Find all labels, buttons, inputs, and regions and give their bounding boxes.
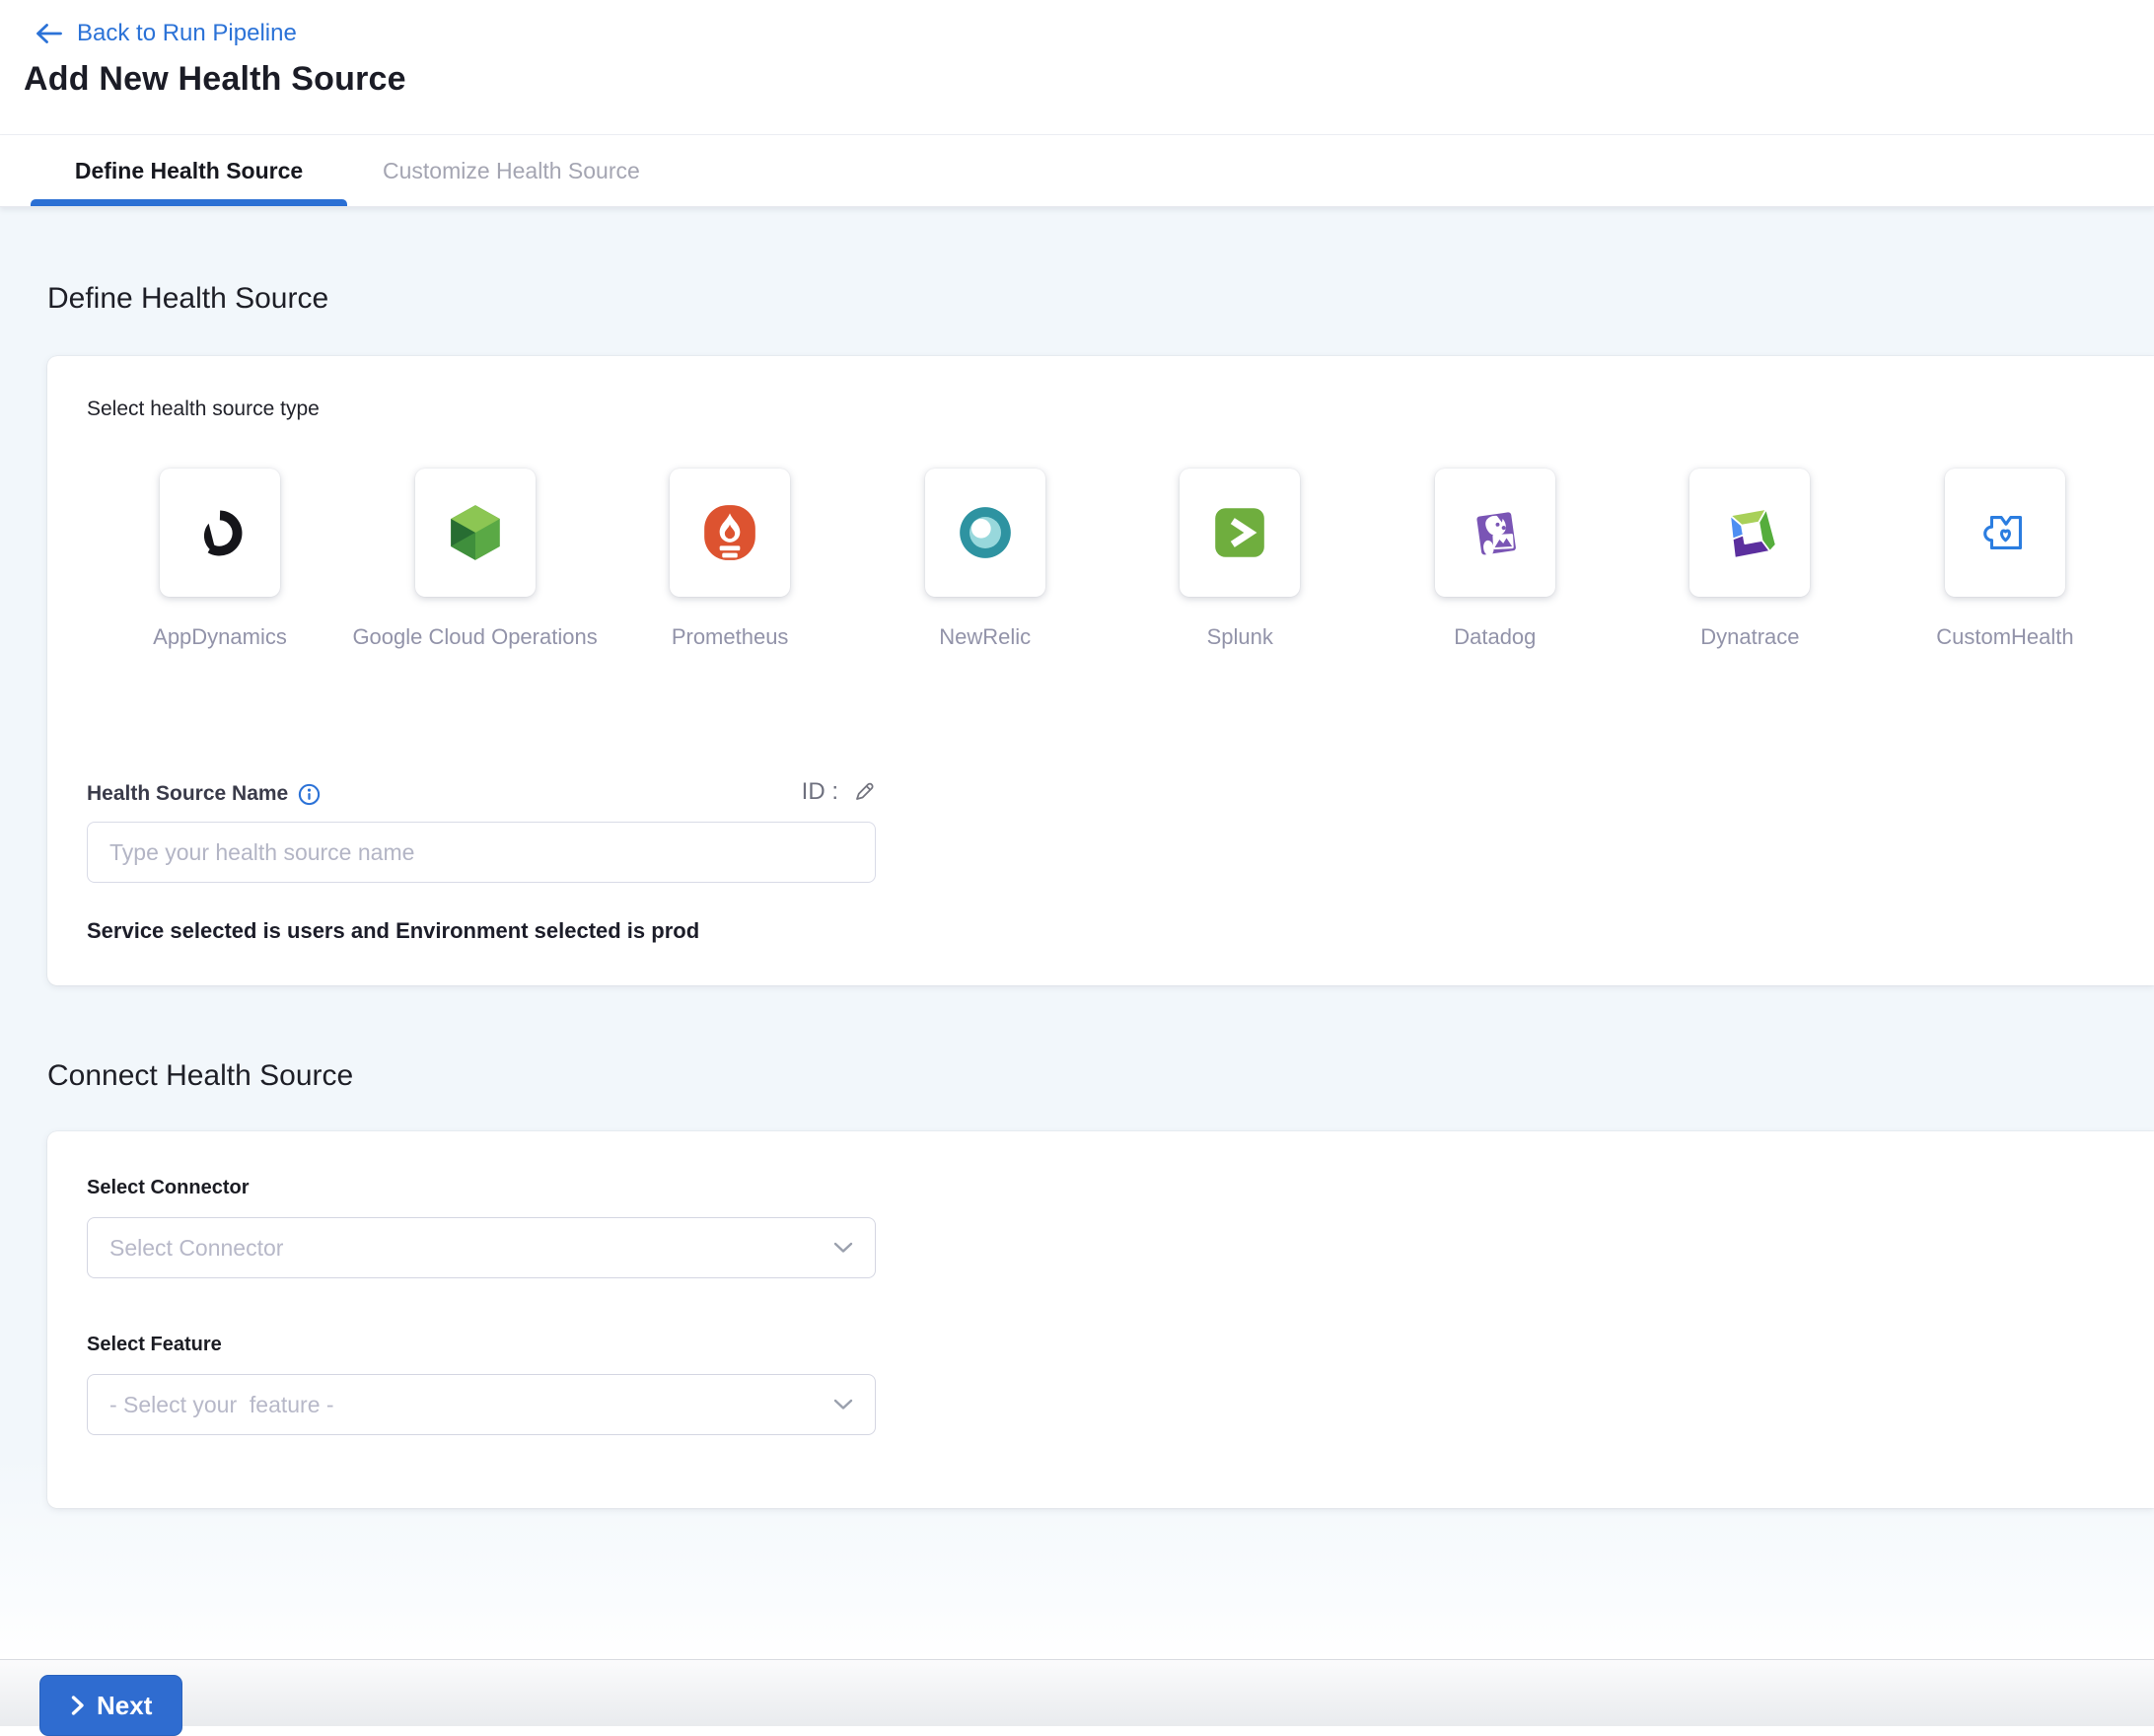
health-source-name-text: Health Source Name [87,782,288,806]
page-header: Back to Run Pipeline Add New Health Sour… [0,0,2154,135]
back-link[interactable]: Back to Run Pipeline [34,20,297,47]
id-display: ID : [802,778,876,806]
chevron-down-icon [833,1242,853,1254]
health-source-name-input[interactable] [87,822,876,883]
customhealth-icon [1976,504,2034,561]
select-connector-label: Select Connector [87,1177,2115,1199]
google-cloud-operations-icon [445,502,506,563]
source-type-google-cloud-operations[interactable]: Google Cloud Operations [392,469,559,650]
prometheus-icon [699,502,760,563]
connect-section-heading: Connect Health Source [47,1058,2154,1094]
source-type-customhealth[interactable]: CustomHealth [1921,469,2089,650]
source-type-splunk[interactable]: Splunk [1156,469,1324,650]
source-tile[interactable] [1180,469,1300,597]
newrelic-icon [955,502,1016,563]
connector-select-value: Select Connector [109,1235,283,1262]
define-health-source-card: Select health source type AppDynamics [47,356,2154,985]
source-type-dynatrace[interactable]: Dynatrace [1666,469,1833,650]
source-type-prometheus[interactable]: Prometheus [646,469,814,650]
health-source-name-label: Health Source Name [87,782,321,806]
next-button[interactable]: Next [39,1675,182,1736]
tab-define-label: Define Health Source [75,158,303,184]
source-tile[interactable] [670,469,790,597]
source-tile-label: Google Cloud Operations [352,624,597,650]
source-tile[interactable] [1435,469,1555,597]
appdynamics-icon [189,502,251,563]
source-tile[interactable] [1689,469,1810,597]
connect-health-source-card: Select Connector Select Connector Select… [47,1131,2154,1508]
splunk-icon [1209,502,1270,563]
source-tile-label: Prometheus [672,624,789,650]
source-tile[interactable] [415,469,536,597]
source-tile[interactable] [925,469,1045,597]
tab-customize-health-source[interactable]: Customize Health Source [369,135,654,206]
feature-select-value: - Select your feature - [109,1392,334,1418]
id-label: ID : [802,778,838,806]
footer-bar: Next [0,1659,2154,1726]
source-tile-label: AppDynamics [153,624,287,650]
edit-id-icon[interactable] [852,780,876,804]
source-tile-label: Dynatrace [1700,624,1799,650]
connector-select[interactable]: Select Connector [87,1217,876,1278]
info-icon[interactable] [298,783,321,806]
content-area: Define Health Source Select health sourc… [0,206,2154,1659]
next-button-label: Next [97,1691,152,1721]
source-type-datadog[interactable]: Datadog [1411,469,1579,650]
tab-define-health-source[interactable]: Define Health Source [31,135,347,206]
source-tile[interactable] [1945,469,2065,597]
chevron-right-icon [70,1695,85,1716]
chevron-down-icon [833,1399,853,1410]
source-tile-label: NewRelic [939,624,1031,650]
source-tile-label: Splunk [1207,624,1273,650]
back-arrow-icon [34,22,63,45]
back-link-label: Back to Run Pipeline [77,20,297,47]
name-id-row: Health Source Name ID : [87,778,876,806]
feature-select[interactable]: - Select your feature - [87,1374,876,1435]
source-type-newrelic[interactable]: NewRelic [901,469,1069,650]
tab-bar: Define Health Source Customize Health So… [0,135,2154,206]
page-title: Add New Health Source [24,60,2154,99]
source-type-list: AppDynamics Google Cloud Operations [87,469,2115,650]
datadog-icon [1465,502,1526,563]
source-tile-label: Datadog [1454,624,1536,650]
source-tile[interactable] [160,469,280,597]
source-type-appdynamics[interactable]: AppDynamics [136,469,304,650]
service-environment-note: Service selected is users and Environmen… [87,918,2115,944]
select-type-label: Select health source type [87,398,2115,421]
tab-customize-label: Customize Health Source [383,158,640,184]
source-tile-label: CustomHealth [1936,624,2073,650]
select-feature-label: Select Feature [87,1334,2115,1356]
define-section-heading: Define Health Source [47,281,2154,317]
dynatrace-icon [1717,500,1782,565]
